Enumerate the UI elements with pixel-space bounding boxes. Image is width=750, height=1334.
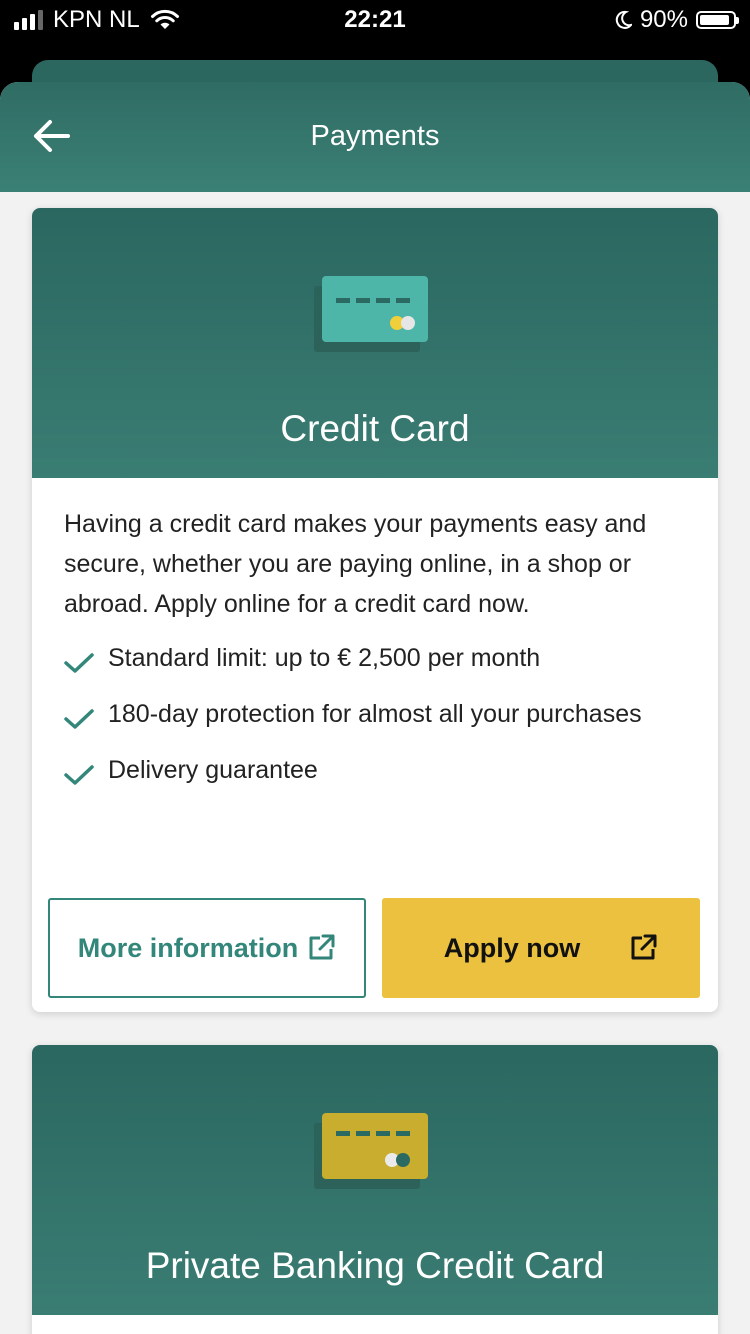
- card-header: Private Banking Credit Card: [32, 1045, 718, 1315]
- apply-now-label: Apply now: [443, 932, 581, 963]
- credit-card-icon: [314, 276, 428, 352]
- payments-sheet: Payments Credit Card Having a credit car…: [0, 82, 750, 1334]
- more-information-label: More information: [77, 932, 299, 963]
- private-banking-card-product-card: Private Banking Credit Card: [32, 1045, 718, 1334]
- nav-bar: Payments: [0, 82, 750, 192]
- card-title: Private Banking Credit Card: [145, 1245, 605, 1286]
- credit-card-product-card: Credit Card Having a credit card makes y…: [32, 208, 718, 1012]
- card-header: Credit Card: [32, 208, 718, 478]
- page-title: Payments: [310, 120, 440, 152]
- check-icon: [64, 750, 108, 798]
- feature-item: 180-day protection for almost all your p…: [64, 694, 686, 742]
- gold-credit-card-icon: [314, 1113, 428, 1189]
- moon-icon: [615, 10, 632, 29]
- card-title: Credit Card: [280, 408, 470, 449]
- battery-percent: 90%: [639, 6, 688, 33]
- external-link-icon: [309, 934, 335, 960]
- feature-text: 180-day protection for almost all your p…: [108, 700, 642, 728]
- status-bar: KPN NL 22:21 90%: [0, 0, 750, 40]
- feature-item: Delivery guarantee: [64, 750, 686, 798]
- battery-icon: [696, 11, 739, 29]
- check-icon: [64, 638, 108, 686]
- feature-list: Standard limit: up to € 2,500 per month …: [64, 638, 686, 798]
- feature-text: Delivery guarantee: [108, 756, 318, 784]
- check-icon: [64, 694, 108, 742]
- feature-text: Standard limit: up to € 2,500 per month: [108, 644, 541, 672]
- card-description: Having a credit card makes your payments…: [64, 510, 647, 618]
- apply-now-button[interactable]: Apply now: [382, 898, 700, 998]
- external-link-icon: [631, 934, 657, 960]
- feature-item: Standard limit: up to € 2,500 per month: [64, 638, 686, 686]
- more-information-button[interactable]: More information: [48, 898, 366, 998]
